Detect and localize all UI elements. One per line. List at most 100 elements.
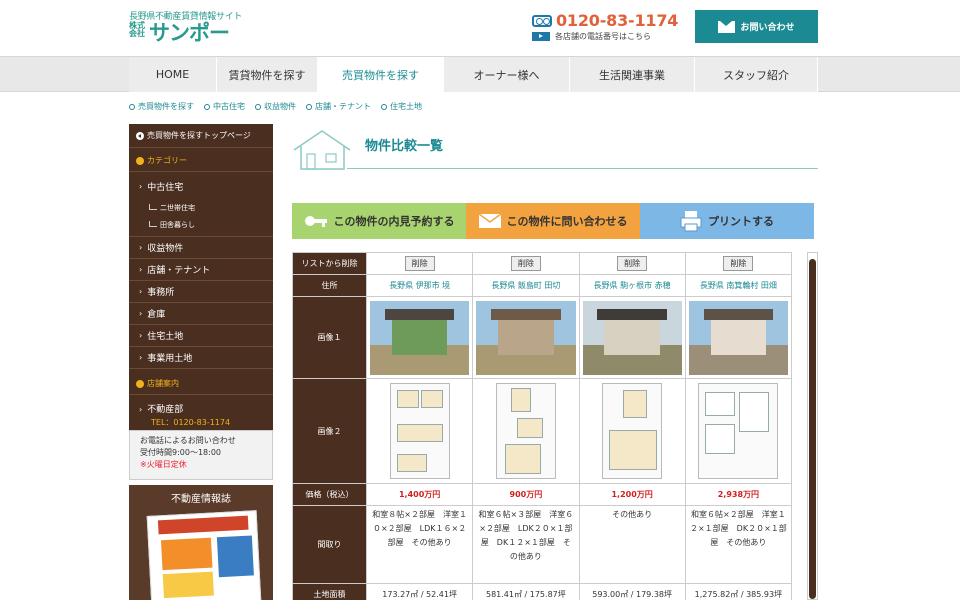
sidebar-top-link[interactable]: 売買物件を探すトップページ [129, 124, 273, 148]
delete-button[interactable]: 削除 [723, 256, 754, 271]
info-holiday: ※火曜日定休 [140, 460, 187, 469]
sidebar-item-store[interactable]: › 店舗・テナント [129, 259, 273, 281]
print-label: プリントする [708, 215, 774, 228]
inquiry-button[interactable]: この物件に問い合わせる [466, 203, 640, 239]
price-cell: 1,400万円 [365, 483, 474, 506]
land-area-cell: 581.41㎡ / 175.87坪 [472, 583, 580, 600]
delete-button[interactable]: 削除 [404, 256, 435, 271]
property-photo[interactable] [476, 300, 576, 375]
subnav-sale[interactable]: 売買物件を探す [129, 101, 194, 112]
sidebar-item-business-land[interactable]: › 事業用土地 [129, 347, 273, 369]
action-bar: この物件の内見予約する この物件に問い合わせる プリントする [292, 203, 818, 239]
table-scrollbar[interactable] [807, 252, 818, 600]
contact-button[interactable]: お問い合わせ [695, 10, 818, 43]
subnav-label: 収益物件 [264, 102, 296, 111]
delete-cell: 削除 [365, 252, 474, 275]
delete-button[interactable]: 削除 [617, 256, 648, 271]
subnav-store[interactable]: 店舗・テナント [306, 101, 371, 112]
circle-icon [306, 103, 312, 110]
floorplan-cell [578, 378, 686, 484]
store-heading-label: 店舗案内 [147, 379, 179, 388]
mail-icon [478, 214, 501, 228]
delete-cell: 削除 [684, 252, 792, 275]
viewing-reserve-button[interactable]: この物件の内見予約する [292, 203, 466, 239]
scrollbar-thumb[interactable] [809, 259, 816, 599]
floorplan-image[interactable] [389, 383, 450, 479]
magazine-banner[interactable]: 不動産情報誌 [129, 485, 273, 600]
store-phone-link[interactable]: 各店舗の電話番号はこちら [532, 31, 651, 42]
subnav-land[interactable]: 住宅土地 [381, 101, 422, 112]
row-header: 住所 [292, 274, 367, 297]
store-name: 不動産部 [147, 405, 184, 415]
nav-owner[interactable]: オーナー様へ [444, 57, 570, 92]
sidebar-item-warehouse[interactable]: › 倉庫 [129, 303, 273, 325]
property-address-link[interactable]: 長野県 飯島町 田切 [472, 274, 580, 297]
phone-inquiry-info: お電話によるお問い合わせ 受付時間9:00～18:00 ※火曜日定休 [129, 430, 273, 480]
nav-home[interactable]: HOME [129, 57, 217, 92]
nav-sale[interactable]: 売買物件を探す [318, 57, 444, 92]
floorplan-image[interactable] [698, 383, 779, 479]
subnav-used-house[interactable]: 中古住宅 [204, 101, 245, 112]
sidebar-item-used-house[interactable]: › 中古住宅 [129, 174, 273, 198]
sidebar-item-income[interactable]: › 収益物件 [129, 237, 273, 259]
property-photo[interactable] [688, 300, 788, 375]
property-address-link[interactable]: 長野県 伊那市 境 [365, 274, 474, 297]
magazine-cover-image [146, 510, 262, 600]
logo-kabushiki: 株式会社 [129, 21, 145, 38]
photo-cell [472, 296, 580, 379]
back-arrow-icon [136, 131, 144, 140]
row-header: 価格（税込） [292, 483, 367, 506]
property-photo[interactable] [582, 300, 682, 375]
info-line: お電話によるお問い合わせ [140, 436, 236, 445]
delete-cell: 削除 [578, 252, 686, 275]
store-info[interactable]: › 不動産部 TEL：0120-83-1174 [129, 402, 273, 428]
comparison-table-viewport[interactable]: リストから削除 削除 削除 削除 削除 住所 長野県 伊那市 境 長野県 飯島町… [292, 252, 792, 600]
property-photo[interactable] [370, 300, 470, 375]
row-header: 画像２ [292, 378, 367, 484]
house-icon [293, 130, 351, 170]
circle-icon [255, 103, 261, 110]
subnav-label: 住宅土地 [390, 102, 422, 111]
phone-number-text: 0120-83-1174 [556, 11, 679, 30]
price-cell: 900万円 [472, 483, 580, 506]
nav-rent[interactable]: 賃貸物件を探す [217, 57, 318, 92]
header: 長野県不動産賃貸情報サイト 株式会社 サンポー 0120-83-1174 各店舗… [0, 0, 960, 56]
sidebar-item-label: 事務所 [147, 288, 175, 298]
chevron-right-icon: › [139, 331, 143, 340]
sub-nav: 売買物件を探す 中古住宅 収益物件 店舗・テナント 住宅土地 [129, 101, 432, 112]
subnav-label: 中古住宅 [213, 102, 245, 111]
property-address-link[interactable]: 長野県 南箕輪村 田畑 [684, 274, 792, 297]
floorplan-image[interactable] [602, 383, 663, 479]
phone-number[interactable]: 0120-83-1174 [532, 11, 678, 30]
row-header: 間取り [292, 505, 367, 584]
viewing-reserve-label: この物件の内見予約する [333, 215, 455, 228]
sidebar-item-office[interactable]: › 事務所 [129, 281, 273, 303]
page-heading: 物件比較一覧 [292, 128, 818, 170]
chevron-right-icon: › [139, 243, 143, 252]
title-underline [347, 168, 818, 169]
property-address-link[interactable]: 長野県 駒ヶ根市 赤穂 [578, 274, 686, 297]
delete-button[interactable]: 削除 [510, 256, 541, 271]
floorplan-image[interactable] [495, 383, 556, 479]
sidebar-item-label: 住宅土地 [147, 332, 184, 342]
chevron-right-icon: › [139, 181, 143, 191]
sidebar-item-label: 事業用土地 [147, 354, 193, 364]
sidebar-item-label: 中古住宅 [147, 182, 184, 193]
nav-staff[interactable]: スタッフ紹介 [695, 57, 818, 92]
land-area-cell: 1,275.82㎡ / 385.93坪 [684, 583, 792, 600]
chevron-circle-icon [136, 379, 144, 388]
sidebar-sub-countryside[interactable]: 田舎暮らし [149, 220, 195, 230]
subnav-label: 店舗・テナント [315, 102, 371, 111]
category-heading-label: カテゴリー [147, 156, 187, 165]
store-tel: TEL：0120-83-1174 [151, 418, 231, 427]
print-button[interactable]: プリントする [640, 203, 814, 239]
subnav-income[interactable]: 収益物件 [255, 101, 296, 112]
sidebar-item-residential-land[interactable]: › 住宅土地 [129, 325, 273, 347]
photo-cell [684, 296, 792, 379]
nav-life[interactable]: 生活関連事業 [570, 57, 695, 92]
logo[interactable]: 株式会社 サンポー [129, 21, 230, 44]
land-area-cell: 593.00㎡ / 179.38坪 [578, 583, 686, 600]
layout-cell: その他あり [578, 505, 686, 584]
row-header: 画像１ [292, 296, 367, 379]
sidebar-sub-two-family[interactable]: 二世帯住宅 [149, 203, 195, 213]
